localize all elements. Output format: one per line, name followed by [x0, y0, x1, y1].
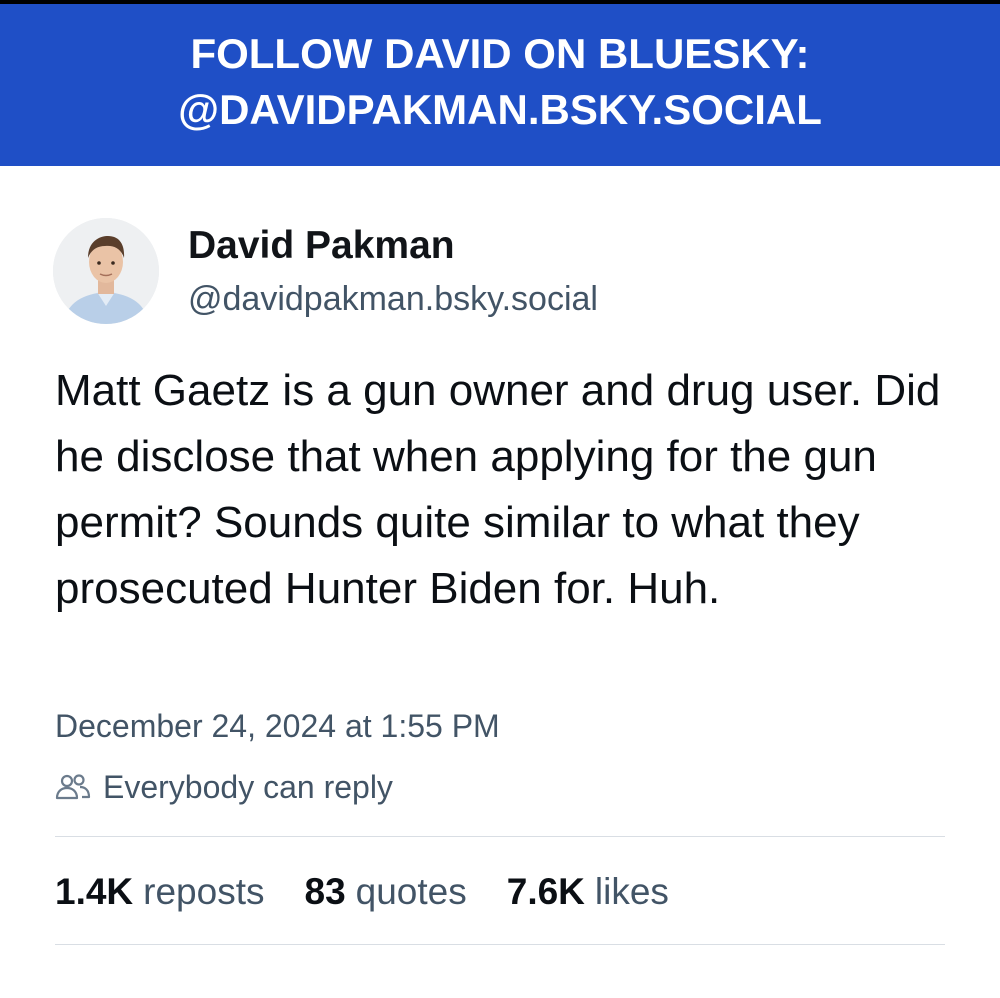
quotes-stat[interactable]: 83 quotes	[305, 866, 467, 918]
promo-banner: FOLLOW DAVID ON BLUESKY: @DAVIDPAKMAN.BS…	[0, 4, 1000, 166]
reply-setting-label: Everybody can reply	[103, 769, 393, 805]
reply-setting: Everybody can reply	[55, 765, 393, 809]
reposts-count: 1.4K	[55, 871, 134, 912]
post-text: Matt Gaetz is a gun owner and drug user.…	[55, 366, 941, 613]
banner-line-2: @DAVIDPAKMAN.BSKY.SOCIAL	[178, 86, 822, 133]
quotes-label: quotes	[355, 871, 467, 912]
divider-bottom	[55, 944, 945, 945]
post-timestamp: December 24, 2024 at 1:55 PM	[55, 708, 500, 744]
banner-line-1: FOLLOW DAVID ON BLUESKY:	[190, 30, 810, 77]
reposts-stat[interactable]: 1.4K reposts	[55, 866, 265, 918]
people-icon	[55, 774, 91, 800]
quotes-count: 83	[304, 871, 346, 912]
author-handle[interactable]: @davidpakman.bsky.social	[188, 277, 598, 321]
avatar[interactable]	[53, 218, 159, 324]
reposts-label: reposts	[143, 871, 265, 912]
likes-count: 7.6K	[506, 871, 585, 912]
author-display-name[interactable]: David Pakman	[188, 222, 455, 270]
post-stats: 1.4K reposts 83 quotes 7.6K likes	[55, 866, 669, 918]
likes-stat[interactable]: 7.6K likes	[507, 866, 669, 918]
divider-top	[55, 836, 945, 837]
likes-label: likes	[594, 871, 669, 912]
